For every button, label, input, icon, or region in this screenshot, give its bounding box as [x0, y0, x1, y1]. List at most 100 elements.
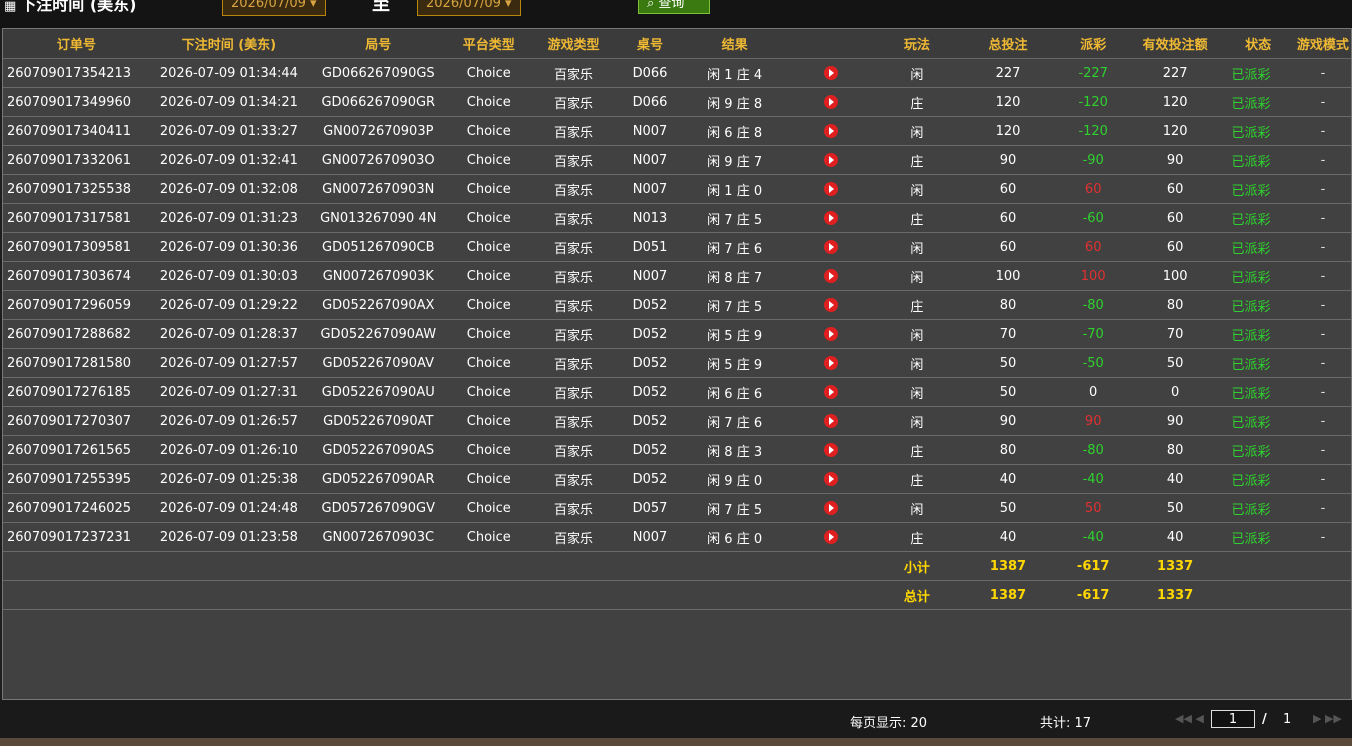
table-row[interactable]: 260709017255395 2026-07-09 01:25:38 GD0522… — [3, 464, 1351, 494]
table-row[interactable]: 260709017246025 2026-07-09 01:24:48 GD0572… — [3, 493, 1351, 523]
table-row[interactable]: 260709017340411 2026-07-09 01:33:27 GN0072… — [3, 116, 1351, 146]
play-replay-icon[interactable] — [824, 240, 839, 254]
col-round-id[interactable]: 局号 — [308, 29, 449, 59]
play-replay-icon[interactable] — [824, 269, 839, 283]
play-replay-icon[interactable] — [824, 356, 839, 370]
cell-order-id: 260709017317581 — [3, 203, 150, 233]
table-row[interactable]: 260709017281580 2026-07-09 01:27:57 GD0522… — [3, 348, 1351, 378]
col-result[interactable]: 结果 — [682, 29, 787, 59]
col-order-id[interactable]: 订单号 — [3, 29, 150, 59]
play-replay-icon[interactable] — [824, 385, 839, 399]
page-number-input[interactable] — [1211, 710, 1255, 728]
cell-bet-time: 2026-07-09 01:24:48 — [149, 493, 309, 523]
cell-replay[interactable] — [786, 406, 876, 436]
play-replay-icon[interactable] — [824, 182, 839, 196]
cell-platform: Choice — [448, 522, 530, 552]
filter-title-text: 下注时间 (美东) — [20, 0, 137, 14]
play-replay-icon[interactable] — [824, 443, 839, 457]
cell-payout: -227 — [1057, 58, 1129, 88]
cell-total-bet: 60 — [958, 174, 1058, 204]
cell-bet-time: 2026-07-09 01:26:10 — [149, 435, 309, 465]
col-game-type[interactable]: 游戏类型 — [529, 29, 618, 59]
play-replay-icon[interactable] — [824, 211, 839, 225]
table-row[interactable]: 260709017354213 2026-07-09 01:34:44 GD0662… — [3, 58, 1351, 88]
col-valid-bet[interactable]: 有效投注额 — [1128, 29, 1222, 59]
cell-replay[interactable] — [786, 464, 876, 494]
table-row[interactable]: 260709017276185 2026-07-09 01:27:31 GD0522… — [3, 377, 1351, 407]
query-button-label: 查询 — [658, 0, 685, 11]
col-payout[interactable]: 派彩 — [1057, 29, 1129, 59]
cell-table-id: D052 — [617, 319, 683, 349]
table-row[interactable]: 260709017309581 2026-07-09 01:30:36 GD0512… — [3, 232, 1351, 262]
cell-valid-bet: 0 — [1128, 377, 1222, 407]
bet-records-table-container[interactable]: 订单号 下注时间 (美东) 局号 平台类型 游戏类型 桌号 结果 玩法 总投注 … — [2, 28, 1352, 700]
table-row[interactable]: 260709017332061 2026-07-09 01:32:41 GN0072… — [3, 145, 1351, 175]
cell-result: 闲 9 庄 7 — [682, 145, 787, 175]
cell-platform: Choice — [448, 290, 530, 320]
play-replay-icon[interactable] — [824, 66, 839, 80]
date-from-picker[interactable]: 2026/07/09 ▾ — [222, 0, 326, 16]
table-row[interactable]: 260709017317581 2026-07-09 01:31:23 GN0132… — [3, 203, 1351, 233]
cell-replay[interactable] — [786, 319, 876, 349]
col-total-bet[interactable]: 总投注 — [958, 29, 1058, 59]
play-replay-icon[interactable] — [824, 530, 839, 544]
cell-replay[interactable] — [786, 203, 876, 233]
cell-replay[interactable] — [786, 58, 876, 88]
cell-status: 已派彩 — [1221, 522, 1295, 552]
next-last-page-buttons[interactable]: ▶ ▶▶ — [1313, 712, 1342, 725]
play-replay-icon[interactable] — [824, 501, 839, 515]
cell-play: 庄 — [875, 87, 959, 117]
cell-replay[interactable] — [786, 116, 876, 146]
cell-round-id: GD066267090GR — [308, 87, 449, 117]
play-replay-icon[interactable] — [824, 95, 839, 109]
cell-table-id: N007 — [617, 116, 683, 146]
col-status[interactable]: 状态 — [1221, 29, 1295, 59]
cell-platform: Choice — [448, 261, 530, 291]
cell-replay[interactable] — [786, 435, 876, 465]
cell-platform: Choice — [448, 435, 530, 465]
play-replay-icon[interactable] — [824, 327, 839, 341]
cell-round-id: GD052267090AV — [308, 348, 449, 378]
col-platform[interactable]: 平台类型 — [448, 29, 530, 59]
table-row[interactable]: 260709017261565 2026-07-09 01:26:10 GD0522… — [3, 435, 1351, 465]
summary-cell — [448, 580, 530, 610]
col-game-mode[interactable]: 游戏模式 — [1294, 29, 1351, 59]
col-table-id[interactable]: 桌号 — [617, 29, 683, 59]
cell-replay[interactable] — [786, 290, 876, 320]
table-row[interactable]: 260709017288682 2026-07-09 01:28:37 GD0522… — [3, 319, 1351, 349]
date-to-picker[interactable]: 2026/07/09 ▾ — [417, 0, 521, 16]
first-prev-page-buttons[interactable]: ◀◀ ◀ — [1175, 712, 1204, 725]
cell-round-id: GN0072670903C — [308, 522, 449, 552]
cell-valid-bet: 60 — [1128, 174, 1222, 204]
cell-payout: -50 — [1057, 348, 1129, 378]
play-replay-icon[interactable] — [824, 414, 839, 428]
play-replay-icon[interactable] — [824, 153, 839, 167]
cell-platform: Choice — [448, 174, 530, 204]
play-replay-icon[interactable] — [824, 124, 839, 138]
cell-game-type: 百家乐 — [529, 435, 618, 465]
cell-replay[interactable] — [786, 174, 876, 204]
cell-replay[interactable] — [786, 493, 876, 523]
table-row[interactable]: 260709017270307 2026-07-09 01:26:57 GD0522… — [3, 406, 1351, 436]
col-play[interactable]: 玩法 — [875, 29, 959, 59]
table-row[interactable]: 260709017237231 2026-07-09 01:23:58 GN0072… — [3, 522, 1351, 552]
cell-game-type: 百家乐 — [529, 232, 618, 262]
cell-replay[interactable] — [786, 145, 876, 175]
cell-replay[interactable] — [786, 377, 876, 407]
table-row[interactable]: 260709017303674 2026-07-09 01:30:03 GN0072… — [3, 261, 1351, 291]
cell-order-id: 260709017237231 — [3, 522, 150, 552]
query-button[interactable]: ⌕ 查询 — [638, 0, 710, 14]
cell-replay[interactable] — [786, 87, 876, 117]
cell-replay[interactable] — [786, 261, 876, 291]
cell-replay[interactable] — [786, 522, 876, 552]
table-row[interactable]: 260709017349960 2026-07-09 01:34:21 GD0662… — [3, 87, 1351, 117]
play-replay-icon[interactable] — [824, 472, 839, 486]
col-bet-time[interactable]: 下注时间 (美东) — [149, 29, 309, 59]
cell-valid-bet: 100 — [1128, 261, 1222, 291]
summary-cell — [617, 580, 683, 610]
cell-replay[interactable] — [786, 232, 876, 262]
play-replay-icon[interactable] — [824, 298, 839, 312]
table-row[interactable]: 260709017296059 2026-07-09 01:29:22 GD0522… — [3, 290, 1351, 320]
cell-replay[interactable] — [786, 348, 876, 378]
table-row[interactable]: 260709017325538 2026-07-09 01:32:08 GN0072… — [3, 174, 1351, 204]
